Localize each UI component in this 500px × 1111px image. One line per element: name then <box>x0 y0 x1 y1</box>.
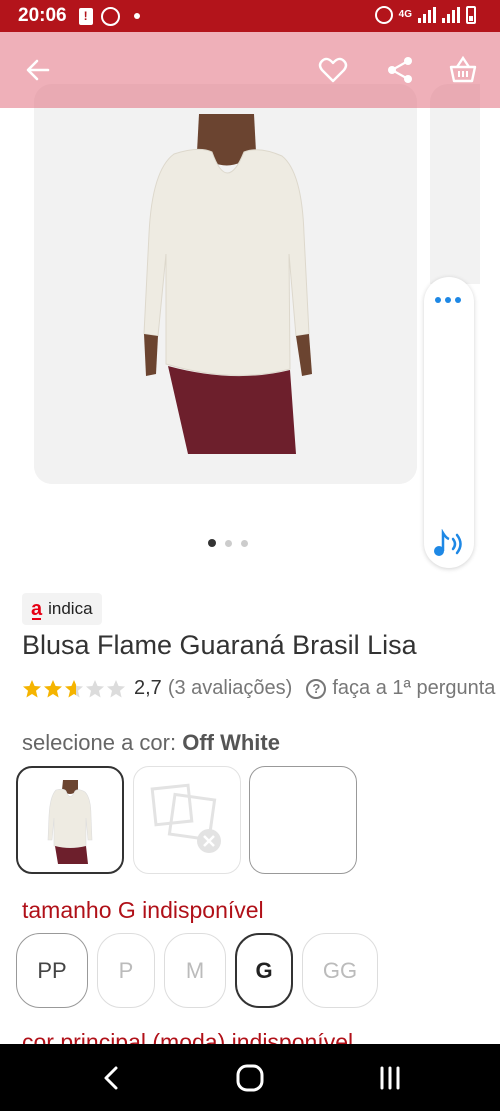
floating-side-menu <box>424 277 474 568</box>
star-icon <box>23 679 41 697</box>
question-icon: ? <box>306 678 327 699</box>
status-system-icons: 4G <box>374 6 476 24</box>
rating-value: 2,7 <box>134 677 162 699</box>
nav-back-icon[interactable] <box>94 1062 128 1094</box>
status-time: 20:06 <box>18 5 67 26</box>
status-notifications: ! <box>78 6 140 26</box>
system-navigation-bar <box>0 1044 500 1111</box>
status-bar: 20:06 ! 4G <box>0 0 500 32</box>
nav-home-icon[interactable] <box>233 1062 267 1094</box>
selected-color-name: Off White <box>182 730 280 755</box>
next-image-peek[interactable] <box>430 84 480 284</box>
back-arrow-icon[interactable] <box>22 54 54 86</box>
signal-icon <box>418 7 436 23</box>
color-selector-label: selecione a cor: Off White <box>22 730 280 756</box>
rating-count-link[interactable]: (3 avaliações) <box>168 677 293 700</box>
whatsapp-icon <box>100 6 120 26</box>
nav-recents-icon[interactable] <box>373 1062 407 1094</box>
color-swatch-unavailable[interactable] <box>133 766 241 874</box>
carousel-dot[interactable] <box>225 539 232 547</box>
badge-label: indica <box>48 599 93 618</box>
app-bar <box>0 32 500 108</box>
no-image-icon <box>150 783 221 853</box>
product-photo <box>34 84 417 484</box>
swatch-product-thumbnail <box>47 780 93 864</box>
indica-badge: a indica <box>22 593 102 625</box>
color-swatch-blank[interactable] <box>249 766 357 874</box>
size-option-m[interactable]: M <box>164 933 226 1008</box>
signal-icon-2 <box>442 7 460 23</box>
ask-question-link[interactable]: faça a 1ª pergunta <box>332 677 495 700</box>
size-availability-label: tamanho G indisponível <box>22 897 264 923</box>
size-option-pp[interactable]: PP <box>16 933 88 1008</box>
share-icon[interactable] <box>384 54 416 86</box>
network-type: 4G <box>398 9 412 20</box>
alert-icon: ! <box>78 7 93 25</box>
color-label-text: selecione a cor: <box>22 730 183 755</box>
empty-star-icon <box>86 679 104 697</box>
more-notifications-icon <box>133 13 140 19</box>
americanas-logo: a <box>31 598 43 620</box>
half-star-icon <box>65 679 83 697</box>
size-option-g[interactable]: G <box>235 933 293 1008</box>
size-option-gg[interactable]: GG <box>302 933 378 1008</box>
size-option-p[interactable]: P <box>97 933 155 1008</box>
empty-star-icon <box>107 679 125 697</box>
heart-icon[interactable] <box>317 54 349 86</box>
product-title: Blusa Flame Guaraná Brasil Lisa <box>22 630 417 660</box>
basket-icon[interactable] <box>447 54 479 86</box>
rating-stars[interactable] <box>22 679 126 699</box>
carousel-dot[interactable] <box>241 539 248 547</box>
audio-description-icon[interactable] <box>432 529 466 559</box>
star-icon <box>44 679 62 697</box>
more-options-icon[interactable] <box>435 297 461 303</box>
product-image-carousel[interactable] <box>34 84 417 484</box>
carousel-indicator <box>208 539 248 547</box>
color-swatch-off-white[interactable] <box>16 766 124 874</box>
product-page: 20:06 ! 4G a indica Blusa Flame Guaraná … <box>0 0 500 1111</box>
rating-row: 2,7 (3 avaliações) ? faça a 1ª pergunta <box>22 677 495 700</box>
alarm-icon <box>374 6 393 24</box>
carousel-dot[interactable] <box>208 539 216 547</box>
battery-icon <box>466 6 476 24</box>
